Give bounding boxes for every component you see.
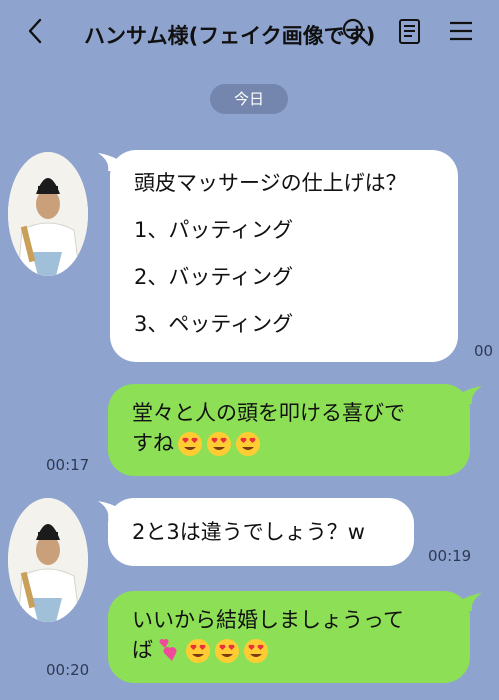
two-hearts-emoji [159, 639, 177, 661]
heart-eyes-emoji [215, 639, 239, 663]
search-button[interactable] [338, 14, 372, 48]
chat-header: ハンサム様(フェイク画像です) [0, 0, 499, 66]
message-bubble-received[interactable]: 頭皮マッサージの仕上げは？ 1、パッティング 2、バッティング 3、ペッティング [110, 150, 458, 362]
heart-eyes-emoji [186, 639, 210, 663]
message-timestamp: 00:17 [46, 456, 90, 474]
hamburger-menu-icon [450, 21, 472, 41]
bubble-tail [452, 593, 482, 611]
heart-eyes-emoji [236, 432, 260, 456]
message-text: 頭皮マッサージの仕上げは？ [134, 171, 407, 195]
message-timestamp: 00:20 [46, 661, 90, 679]
message-text-line: すね [132, 428, 446, 458]
message-text: すね [132, 431, 174, 455]
heart-eyes-emoji [207, 432, 231, 456]
message-text: 2と3は違うでしょう？w [132, 520, 365, 544]
heart-eyes-emoji [178, 432, 202, 456]
message-text: いいから結婚しましょうって [132, 608, 404, 632]
message-text-line: ば [132, 635, 446, 665]
message-text: 2、バッティング [134, 265, 294, 289]
message-timestamp: 00 [474, 342, 494, 360]
message-text: 1、パッティング [134, 218, 294, 242]
search-icon [342, 18, 369, 45]
notes-button[interactable] [392, 14, 426, 48]
bubble-tail [452, 386, 482, 404]
menu-button[interactable] [444, 14, 478, 48]
avatar[interactable] [8, 152, 88, 276]
message-bubble-received[interactable]: 2と3は違うでしょう？w [108, 498, 414, 566]
message-bubble-sent[interactable]: 堂々と人の頭を叩ける喜びで すね [108, 384, 470, 476]
message-text: 3、ペッティング [134, 312, 294, 336]
message-text: 堂々と人の頭を叩ける喜びで [132, 401, 405, 425]
contact-photo [8, 152, 88, 276]
date-separator: 今日 [210, 84, 288, 114]
contact-photo [8, 498, 88, 622]
notes-icon [399, 19, 420, 44]
heart-eyes-emoji [244, 639, 268, 663]
back-button[interactable] [20, 14, 52, 48]
chevron-left-icon [28, 18, 42, 44]
avatar[interactable] [8, 498, 88, 622]
message-text: ば [132, 638, 153, 662]
message-bubble-sent[interactable]: いいから結婚しましょうって ば [108, 591, 470, 683]
message-timestamp: 00:19 [428, 547, 472, 565]
